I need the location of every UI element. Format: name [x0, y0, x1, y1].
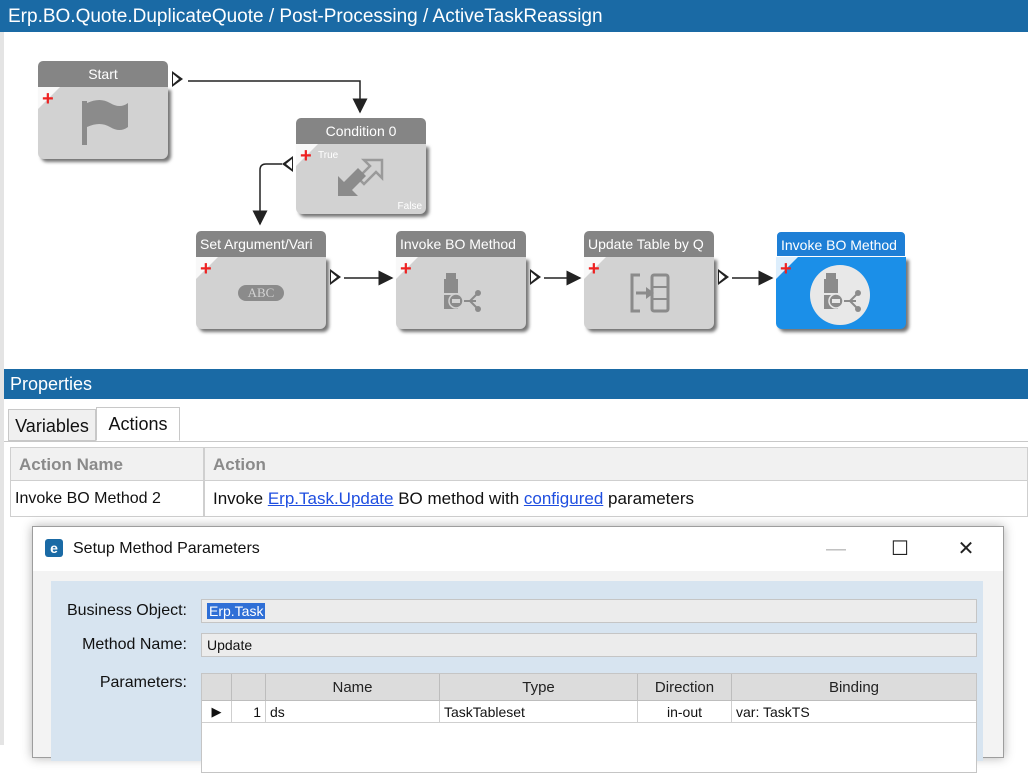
- column-header-name[interactable]: Name: [266, 674, 440, 701]
- param-direction-cell[interactable]: in-out: [638, 701, 732, 723]
- maximize-button[interactable]: ☐: [885, 535, 915, 563]
- column-header-action[interactable]: Action: [204, 447, 1028, 481]
- dialog-titlebar[interactable]: e Setup Method Parameters — ☐ ✕: [33, 527, 1003, 571]
- method-name-field[interactable]: Update: [201, 633, 977, 657]
- parameters-table: Name Type Direction Binding ▶ 1 ds TaskT…: [201, 673, 977, 773]
- node-condition-label: Condition 0: [296, 118, 426, 144]
- add-icon[interactable]: +: [588, 259, 600, 279]
- bo-method-link[interactable]: Erp.Task.Update: [268, 489, 394, 508]
- condition-false-label: False: [397, 201, 422, 212]
- node-invoke2-label: Invoke BO Method: [776, 231, 906, 257]
- business-object-value: Erp.Task: [207, 603, 266, 619]
- node-update-table-label: Update Table by Q: [584, 231, 714, 257]
- action-text: Invoke: [213, 489, 268, 508]
- setup-method-parameters-dialog: e Setup Method Parameters — ☐ ✕ Business…: [32, 526, 1004, 773]
- add-icon[interactable]: +: [400, 259, 412, 279]
- row-selector-arrow-icon[interactable]: ▶: [202, 701, 232, 723]
- close-button[interactable]: ✕: [951, 535, 981, 563]
- add-icon[interactable]: +: [200, 259, 212, 279]
- node-invoke-label: Invoke BO Method: [396, 231, 526, 257]
- column-header-direction[interactable]: Direction: [638, 674, 732, 701]
- node-start-label: Start: [38, 61, 168, 87]
- action-description-cell[interactable]: Invoke Erp.Task.Update BO method with co…: [204, 481, 1028, 517]
- tab-actions[interactable]: Actions: [96, 407, 180, 441]
- column-header-binding[interactable]: Binding: [732, 674, 976, 701]
- row-selector-header: [202, 674, 232, 701]
- connector-start-condition: [188, 80, 368, 114]
- flag-icon: [82, 100, 128, 145]
- column-header-action-name[interactable]: Action Name: [10, 447, 204, 481]
- tab-variables[interactable]: Variables: [8, 409, 96, 441]
- window-title: Erp.BO.Quote.DuplicateQuote / Post-Proce…: [0, 0, 1028, 32]
- add-icon[interactable]: +: [42, 89, 54, 109]
- app-logo-icon: e: [45, 539, 63, 557]
- business-object-field[interactable]: Erp.Task: [201, 599, 977, 623]
- action-text: parameters: [603, 489, 694, 508]
- param-name-cell[interactable]: ds: [266, 701, 440, 723]
- workflow-canvas[interactable]: Start + Condition 0 + True False Set Arg: [4, 32, 1028, 362]
- business-object-label: Business Object:: [66, 602, 187, 619]
- param-binding-cell[interactable]: var: TaskTS: [732, 701, 976, 723]
- dialog-title: Setup Method Parameters: [73, 540, 260, 557]
- properties-header: Properties: [4, 369, 1028, 399]
- row-index: 1: [232, 701, 266, 723]
- column-header-type[interactable]: Type: [440, 674, 638, 701]
- action-text: BO method with: [393, 489, 524, 508]
- add-icon[interactable]: +: [300, 146, 312, 166]
- abc-icon: ABC: [238, 285, 284, 301]
- method-name-label: Method Name:: [82, 636, 187, 653]
- condition-arrows-icon: [338, 158, 384, 196]
- node-set-argument-label: Set Argument/Vari: [196, 231, 326, 257]
- invoke-method-icon: [444, 273, 481, 312]
- properties-tabs: Variables Actions: [4, 399, 1028, 442]
- update-table-icon: [630, 273, 670, 313]
- add-icon[interactable]: +: [780, 259, 792, 279]
- parameters-label: Parameters:: [99, 674, 187, 691]
- param-type-cell[interactable]: TaskTableset: [440, 701, 638, 723]
- invoke-method-icon: [824, 273, 861, 312]
- dialog-content: Business Object: Erp.Task Method Name: U…: [51, 581, 983, 773]
- index-header: [232, 674, 266, 701]
- connector-condition-setarg: [252, 163, 282, 226]
- action-name-cell[interactable]: Invoke BO Method 2: [10, 481, 204, 517]
- minimize-button[interactable]: —: [821, 535, 851, 563]
- configured-parameters-link[interactable]: configured: [524, 489, 603, 508]
